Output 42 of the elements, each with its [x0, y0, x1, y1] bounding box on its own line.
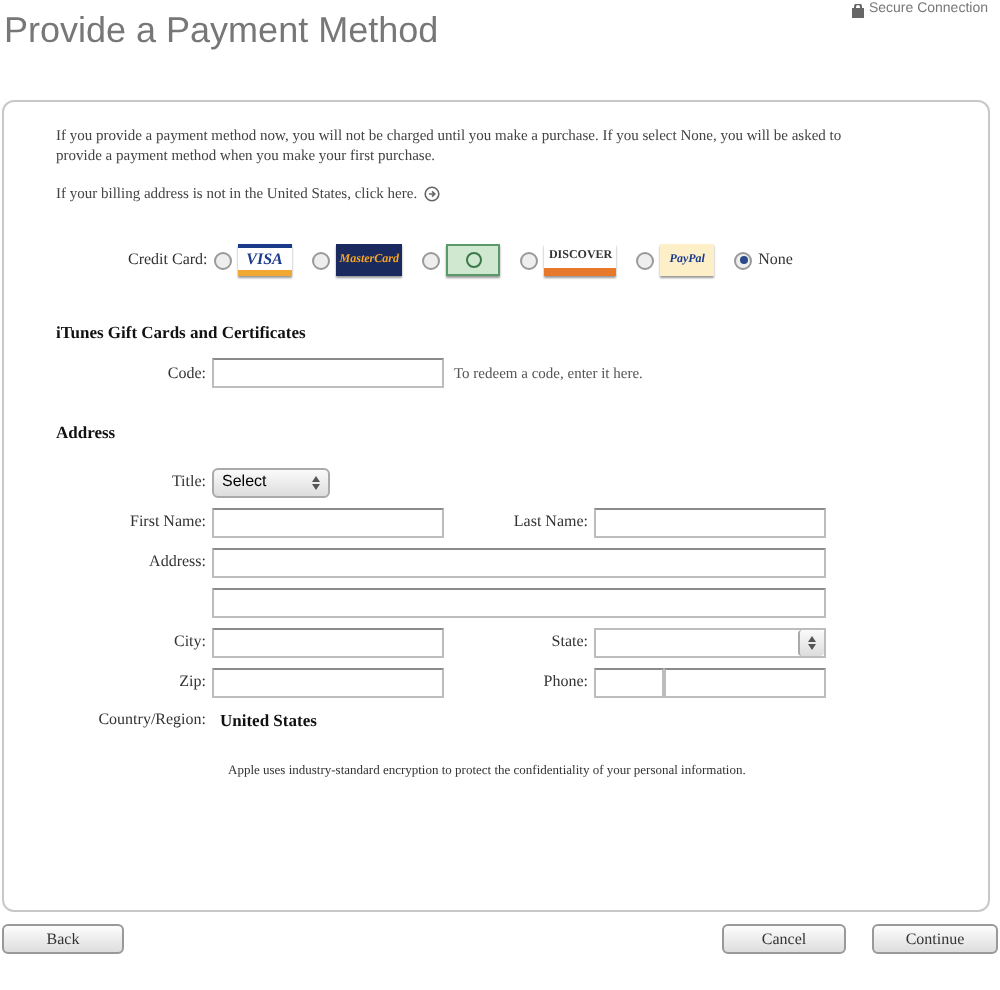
updown-icon — [808, 635, 816, 650]
continue-button[interactable]: Continue — [872, 924, 998, 954]
radio-button[interactable] — [311, 251, 330, 270]
field-label: State: — [549, 630, 590, 655]
radio-button[interactable] — [636, 251, 655, 270]
credit-card-label: Credit Card: — [128, 248, 208, 273]
title-select[interactable]: Select — [212, 467, 330, 498]
updown-icon — [312, 475, 320, 490]
field-label: Address: — [147, 550, 208, 575]
field-label: Phone: — [541, 670, 590, 695]
card-logo: VISA — [237, 244, 292, 277]
gift-cards-heading: iTunes Gift Cards and Certificates — [56, 320, 308, 346]
field-label: Code: — [165, 361, 208, 385]
country-value: United States — [220, 707, 317, 733]
field-label: Title: — [169, 470, 208, 495]
back-button[interactable]: Back — [2, 924, 124, 954]
input-field[interactable] — [212, 667, 444, 698]
page-title: Provide a Payment Method — [4, 8, 439, 52]
radio-button[interactable] — [213, 251, 232, 270]
input-field[interactable] — [212, 507, 444, 538]
none-option-label: None — [758, 248, 793, 273]
card-logo — [446, 244, 501, 277]
field-label: City: — [171, 630, 208, 655]
input-field[interactable] — [212, 547, 826, 578]
input-field[interactable] — [594, 667, 664, 698]
input-field[interactable] — [212, 627, 444, 658]
field-label: Country/Region: — [96, 708, 208, 733]
input-field[interactable] — [212, 358, 444, 388]
radio-button[interactable] — [422, 251, 441, 270]
arrow-circle-icon[interactable] — [423, 185, 440, 202]
address-heading: Address — [56, 420, 118, 446]
state-select[interactable] — [594, 627, 826, 658]
field-label: Last Name: — [511, 510, 590, 535]
input-field[interactable] — [594, 507, 826, 538]
field-label: First Name: — [128, 510, 208, 535]
cancel-button[interactable]: Cancel — [722, 924, 846, 954]
input-field[interactable] — [664, 667, 826, 698]
radio-button[interactable] — [734, 251, 753, 270]
field-label: Zip: — [177, 670, 208, 695]
input-field[interactable] — [212, 587, 826, 618]
radio-button[interactable] — [520, 251, 539, 270]
lock-icon — [852, 3, 865, 18]
